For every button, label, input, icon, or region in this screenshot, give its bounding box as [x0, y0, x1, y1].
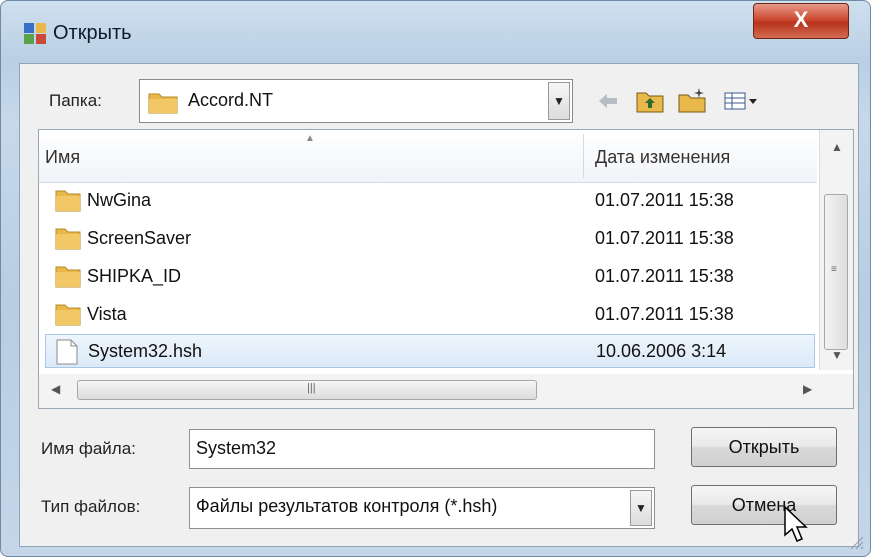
- resize-grip-icon[interactable]: [846, 532, 864, 550]
- folder-icon: [55, 304, 81, 326]
- list-item[interactable]: SHIPKA_ID 01.07.2011 15:38: [45, 260, 815, 294]
- file-name: System32.hsh: [88, 341, 203, 361]
- cancel-button[interactable]: Отмена: [691, 485, 837, 525]
- list-item-selected[interactable]: System32.hsh 10.06.2006 3:14: [45, 334, 815, 368]
- filetype-value: Файлы результатов контроля (*.hsh): [196, 496, 498, 516]
- folder-icon: [55, 190, 81, 212]
- file-date: 01.07.2011 15:38: [595, 266, 734, 286]
- filename-input[interactable]: System32: [189, 429, 655, 469]
- open-file-dialog: Открыть X Папка: Accord.NT ▼ ▲ Имя Дата …: [0, 0, 871, 557]
- column-divider[interactable]: [583, 134, 584, 178]
- file-date: 01.07.2011 15:38: [595, 304, 734, 324]
- folder-current: Accord.NT: [188, 90, 274, 110]
- grip-icon: ≡: [831, 264, 837, 275]
- file-date: 01.07.2011 15:38: [595, 228, 734, 248]
- file-name: NwGina: [87, 190, 152, 210]
- file-icon: [56, 339, 78, 365]
- folder-combobox[interactable]: Accord.NT ▼: [139, 79, 573, 123]
- open-button[interactable]: Открыть: [691, 427, 837, 467]
- mouse-cursor-icon: [784, 505, 808, 542]
- filename-label: Имя файла:: [41, 439, 136, 458]
- app-icon: [24, 23, 46, 44]
- window-title: Открыть: [53, 22, 132, 44]
- scroll-down-icon[interactable]: ▼: [820, 348, 853, 362]
- file-name: Vista: [87, 304, 127, 324]
- column-name[interactable]: Имя: [45, 147, 80, 168]
- scroll-left-icon[interactable]: ◀: [51, 382, 60, 396]
- filename-value: System32: [196, 438, 277, 458]
- scroll-right-icon[interactable]: ▶: [803, 382, 812, 396]
- sort-arrow-icon: ▲: [305, 133, 315, 144]
- folder-icon: [55, 266, 81, 288]
- list-item[interactable]: ScreenSaver 01.07.2011 15:38: [45, 222, 815, 256]
- folder-label: Папка:: [49, 91, 102, 110]
- horizontal-scrollbar[interactable]: ◀ ||| ▶: [39, 374, 853, 408]
- up-folder-icon[interactable]: [635, 87, 665, 115]
- scroll-up-icon[interactable]: ▲: [820, 140, 853, 154]
- file-list[interactable]: ▲ Имя Дата изменения NwGina 01.07.2011 1…: [38, 129, 854, 409]
- file-name: ScreenSaver: [87, 228, 192, 248]
- folder-icon: [148, 93, 178, 114]
- file-date: 10.06.2006 3:14: [596, 341, 727, 361]
- close-button[interactable]: X: [753, 3, 849, 39]
- list-item[interactable]: Vista 01.07.2011 15:38: [45, 298, 815, 332]
- filetype-label: Тип файлов:: [41, 497, 141, 516]
- file-name: SHIPKA_ID: [87, 266, 182, 286]
- chevron-down-icon[interactable]: ▼: [630, 490, 652, 526]
- chevron-down-icon[interactable]: ▼: [548, 82, 570, 120]
- column-header: ▲ Имя Дата изменения: [39, 130, 817, 183]
- column-date[interactable]: Дата изменения: [595, 147, 730, 168]
- grip-icon: |||: [307, 382, 316, 394]
- vertical-scrollbar[interactable]: ▲ ≡ ▼: [819, 130, 853, 370]
- filetype-select[interactable]: Файлы результатов контроля (*.hsh) ▼: [189, 487, 655, 529]
- view-menu-icon[interactable]: [723, 87, 761, 115]
- file-date: 01.07.2011 15:38: [595, 190, 734, 210]
- back-icon[interactable]: [593, 87, 623, 115]
- folder-icon: [55, 228, 81, 250]
- new-folder-icon[interactable]: [677, 87, 707, 115]
- list-item[interactable]: NwGina 01.07.2011 15:38: [45, 184, 815, 218]
